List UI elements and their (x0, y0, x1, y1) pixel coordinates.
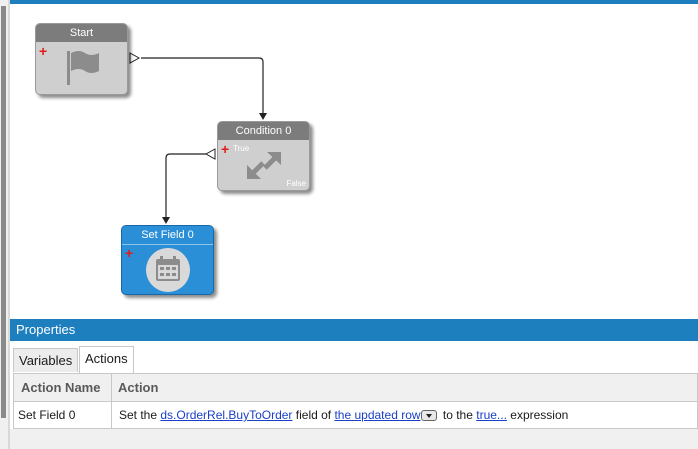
node-title: Condition 0 (218, 122, 309, 140)
add-icon[interactable]: + (39, 44, 47, 58)
calendar-icon (146, 248, 190, 292)
tab-variables[interactable]: Variables (13, 348, 79, 372)
node-title: Start (36, 24, 127, 42)
field-link[interactable]: ds.OrderRel.BuyToOrder (160, 408, 292, 422)
left-scrollbar[interactable] (0, 0, 8, 449)
actions-grid: Action Name Action Set Field 0 Set the d… (13, 373, 698, 429)
arrowhead-down-icon (259, 113, 267, 120)
column-divider (111, 374, 112, 428)
row-link[interactable]: the updated row (334, 408, 420, 422)
action-text-pre: Set the (119, 408, 158, 422)
row-action: Set the ds.OrderRel.BuyToOrder field of … (115, 402, 568, 428)
action-text-mid: field of (295, 408, 332, 422)
connector-condition-to-setfield (165, 153, 206, 219)
row-action-name[interactable]: Set Field 0 (14, 402, 75, 428)
arrows-icon (247, 152, 281, 179)
bottom-strip (10, 429, 698, 449)
output-port-icon (129, 52, 141, 64)
connector-start-to-condition (141, 57, 264, 115)
arrowhead-down-icon (162, 217, 170, 224)
column-header-action[interactable]: Action (111, 374, 158, 401)
true-port-icon (204, 148, 216, 160)
condition-node[interactable]: Condition 0 + True False (217, 121, 310, 191)
action-text-post: to the (442, 408, 473, 422)
start-node[interactable]: Start + (35, 23, 128, 95)
action-text-tail: expression (510, 408, 569, 422)
column-header-action-name[interactable]: Action Name (14, 374, 100, 401)
setfield-node[interactable]: Set Field 0 + (121, 225, 214, 295)
scrollbar-thumb[interactable] (1, 6, 6, 418)
false-label: False (286, 179, 306, 188)
flag-icon (67, 51, 99, 85)
add-icon[interactable]: + (125, 246, 133, 260)
add-icon[interactable]: + (221, 142, 229, 156)
properties-header: Properties (10, 319, 698, 341)
workflow-canvas[interactable]: Start + Condition 0 + True False Set Fie… (10, 4, 698, 316)
row-dropdown-icon[interactable] (420, 410, 437, 422)
tab-actions[interactable]: Actions (79, 346, 134, 373)
node-title: Set Field 0 (122, 226, 213, 245)
expression-link[interactable]: true... (476, 408, 507, 422)
